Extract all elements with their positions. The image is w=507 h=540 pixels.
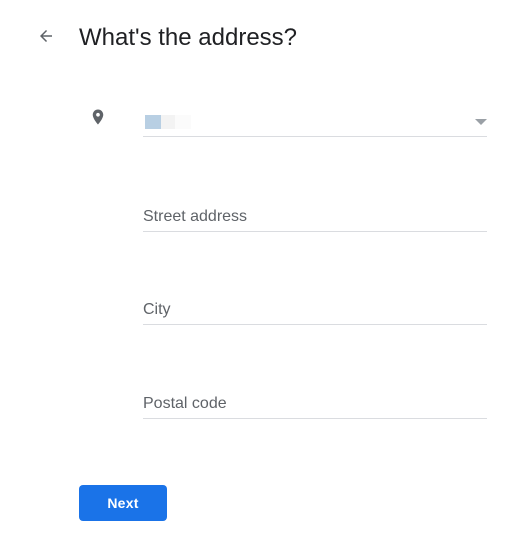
city-field[interactable]: City (143, 300, 487, 325)
street-address-field[interactable]: Street address (143, 207, 487, 232)
map-pin-icon (89, 106, 107, 128)
country-select[interactable] (143, 108, 487, 137)
next-button[interactable]: Next (79, 485, 167, 521)
country-flag (145, 115, 191, 129)
caret-down-icon (475, 119, 487, 125)
postal-code-placeholder: Postal code (143, 395, 227, 412)
city-placeholder: City (143, 301, 171, 318)
back-button[interactable] (32, 24, 60, 52)
arrow-left-icon (37, 27, 55, 50)
page-title: What's the address? (79, 24, 298, 51)
postal-code-field[interactable]: Postal code (143, 394, 487, 419)
street-address-placeholder: Street address (143, 208, 248, 225)
